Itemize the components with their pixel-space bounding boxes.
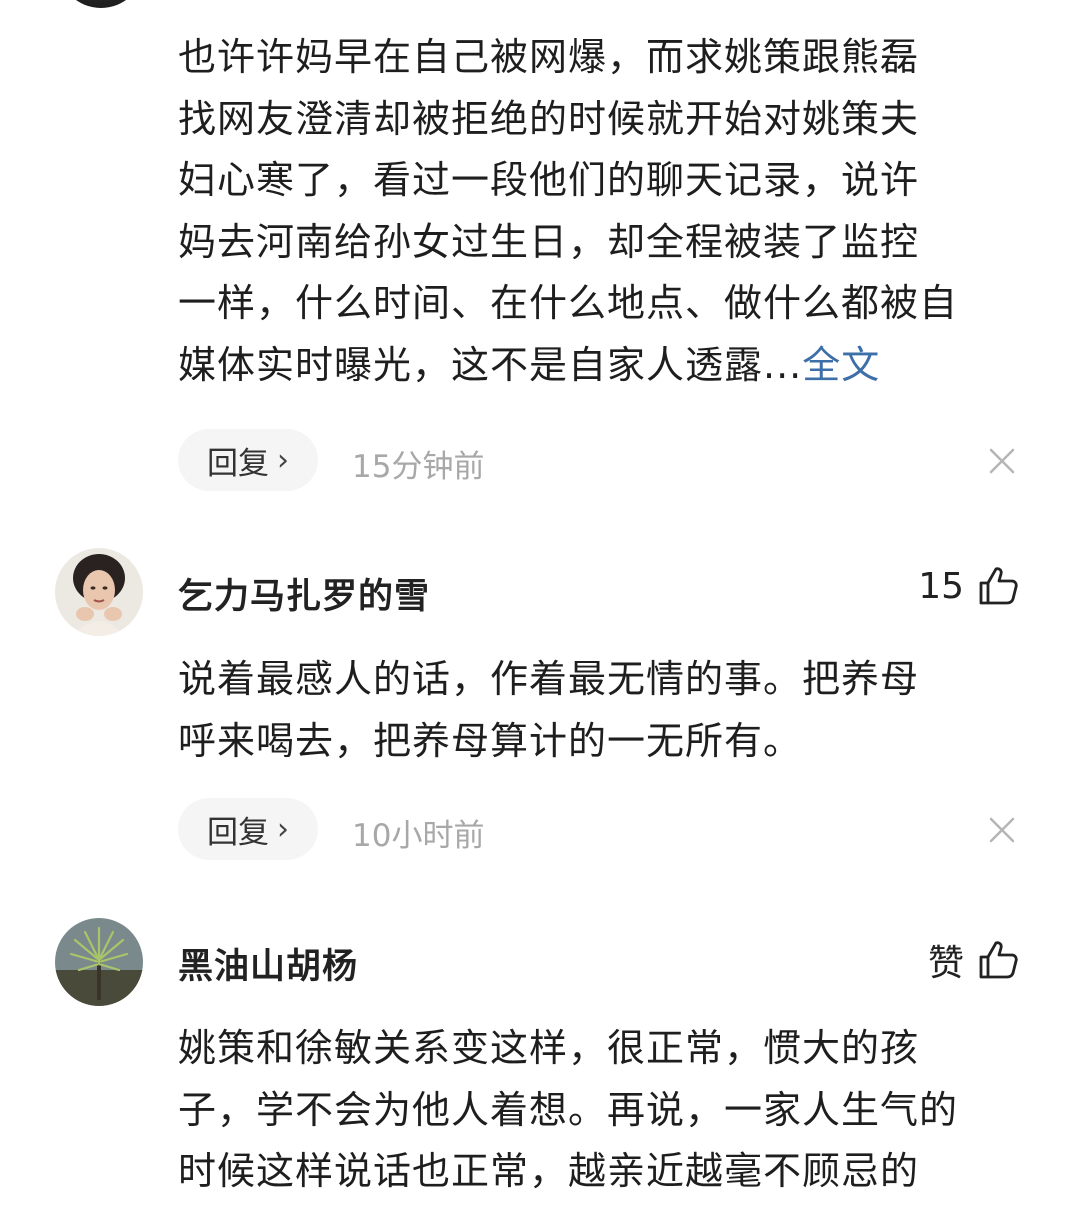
like-count: 赞 xyxy=(927,943,964,984)
thumbs-up-icon xyxy=(979,567,1018,605)
comment-line: 子，学不会为他人着想。再说，一家人生气的 xyxy=(178,1087,959,1132)
username[interactable]: 黑油山胡杨 xyxy=(178,938,358,989)
close-icon[interactable] xyxy=(982,441,1022,481)
tree-avatar-icon xyxy=(55,918,143,1006)
comments-page: 也许许妈早在自己被网爆，而求姚策跟熊磊 找网友澄清却被拒绝的时候就开始对姚策夫 … xyxy=(0,0,1080,1224)
comment-timestamp: 15分钟前 xyxy=(352,449,485,485)
reply-label: 回复 xyxy=(207,814,269,851)
chevron-right-icon: › xyxy=(277,811,289,847)
like-button[interactable]: 15 xyxy=(918,564,1020,608)
reply-button[interactable]: 回复 › xyxy=(178,798,318,860)
portrait-avatar-icon xyxy=(55,548,143,636)
comment-line: 呼来喝去，把养母算计的一无所有。 xyxy=(178,718,803,763)
comment-line: 姚策和徐敏关系变这样，很正常，惯大的孩 xyxy=(178,1026,920,1070)
thumbs-up-icon xyxy=(979,941,1018,979)
comment-actions: 回复 › 15分钟前 xyxy=(0,429,1080,493)
comment-text: 说着最感人的话，作着最无情的事。把养母 呼来喝去，把养母算计的一无所有。 xyxy=(178,649,1038,772)
like-count: 15 xyxy=(918,565,964,607)
comment-actions: 回复 › 10小时前 xyxy=(0,798,1080,862)
comment-header: 黑油山胡杨 赞 xyxy=(0,918,1080,1008)
like-button[interactable]: 赞 xyxy=(928,934,1020,986)
comment-line: 也许许妈早在自己被网爆，而求姚策跟熊磊 xyxy=(178,35,920,79)
read-full-link[interactable]: 全文 xyxy=(802,343,880,387)
comment-timestamp: 10小时前 xyxy=(352,818,485,854)
comment-line: 找网友澄清却被拒绝的时候就开始对姚策夫 xyxy=(178,96,920,141)
comment-text: 也许许妈早在自己被网爆，而求姚策跟熊磊 找网友澄清却被拒绝的时候就开始对姚策夫 … xyxy=(178,27,1038,396)
comment-line-text: 媒体实时曝光，这不是自家人透露... xyxy=(178,342,803,387)
avatar[interactable] xyxy=(55,548,143,636)
avatar[interactable] xyxy=(58,0,144,8)
comment-header: 乞力马扎罗的雪 15 xyxy=(0,548,1080,638)
comment-line: 一样，什么时间、在什么地点、做什么都被自 xyxy=(178,281,959,325)
comment-line-last: 媒体实时曝光，这不是自家人透露...全文 xyxy=(178,335,1038,397)
comment-line: 妈去河南给孙女过生日，却全程被装了监控 xyxy=(178,219,920,264)
reply-label: 回复 xyxy=(207,445,269,482)
reply-button[interactable]: 回复 › xyxy=(178,429,318,491)
close-icon[interactable] xyxy=(982,810,1022,850)
comment-line: 说着最感人的话，作着最无情的事。把养母 xyxy=(178,657,920,701)
avatar[interactable] xyxy=(55,918,143,1006)
username[interactable]: 乞力马扎罗的雪 xyxy=(178,568,430,619)
chevron-right-icon: › xyxy=(277,442,289,478)
comment-text: 姚策和徐敏关系变这样，很正常，惯大的孩 子，学不会为他人着想。再说，一家人生气的… xyxy=(178,1018,1038,1203)
comment-line: 妇心寒了，看过一段他们的聊天记录，说许 xyxy=(178,158,920,202)
comment-line: 时候这样说话也正常，越亲近越毫不顾忌的 xyxy=(178,1149,920,1193)
